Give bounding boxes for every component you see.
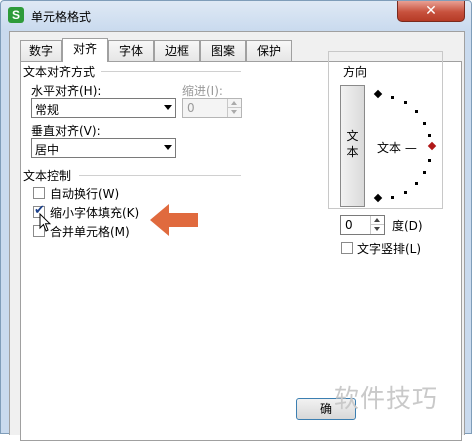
tab-border[interactable]: 边框 [154,40,200,61]
dial-current-marker [427,141,437,151]
dial-tick [428,159,431,162]
tab-protection[interactable]: 保护 [246,40,292,61]
annotation-arrow-icon [150,204,198,236]
vertical-text-char: 本 [346,145,359,159]
dial-marker [373,89,383,99]
degree-value: 0 [345,218,353,232]
tab-label: 字体 [118,44,143,58]
ok-label: 确 [319,402,332,416]
horizontal-align-select[interactable]: 常规 [31,98,176,118]
mouse-cursor-icon [39,213,51,232]
title-bar[interactable]: S 单元格格式 ✕ [1,1,471,31]
tab-label: 对齐 [72,42,97,56]
dial-tick [415,110,418,113]
vertical-text-label: 文本 [341,128,364,160]
vertical-align-value: 居中 [35,143,60,157]
vertical-text-char: 文 [346,129,359,143]
tab-font[interactable]: 字体 [108,40,154,61]
degree-stepper[interactable]: 0 [340,215,385,235]
dial-tick [415,182,418,185]
horizontal-align-label: 水平对齐(H): [31,84,102,98]
degree-label: 度(D) [392,219,423,233]
dial-tick [423,122,426,125]
divider [101,71,241,72]
indent-value: 0 [187,101,195,115]
dial-tick [391,196,394,199]
vertical-align-select[interactable]: 居中 [31,138,176,158]
vertical-align-label: 垂直对齐(V): [31,124,101,138]
wrap-text-checkbox[interactable] [33,187,45,199]
close-icon: ✕ [425,3,437,19]
dial-tick [391,96,394,99]
orientation-group-title: 方向 [342,63,369,80]
dial-tick [428,134,431,137]
wrap-text-label: 自动换行(W) [50,187,120,201]
dialog-title: 单元格格式 [31,10,92,24]
tab-label: 图案 [210,44,235,58]
spin-up-icon[interactable] [370,216,384,225]
tab-label: 保护 [256,44,281,58]
close-button[interactable]: ✕ [397,1,465,22]
tab-pattern[interactable]: 图案 [200,40,246,61]
indent-label: 缩进(I): [182,84,223,98]
dial-tick [423,171,426,174]
spin-up-icon[interactable] [227,99,241,108]
dial-marker [373,193,383,203]
alignment-group-title: 文本对齐方式 [23,65,96,79]
tab-number[interactable]: 数字 [20,40,62,61]
app-logo-icon: S [8,7,24,23]
text-control-group-title: 文本控制 [23,169,72,183]
tab-label: 数字 [28,44,53,58]
vertical-text-button[interactable]: 文本 [340,85,365,207]
orientation-dial[interactable]: 文本 — [367,85,439,207]
stack-text-label: 文字竖排(L) [357,242,422,256]
spin-down-icon[interactable] [227,108,241,117]
tab-alignment[interactable]: 对齐 [62,38,108,62]
dial-text-label: 文本 — [377,141,417,155]
dialog-window: S 单元格格式 ✕ 数字 对齐 字体 边框 图案 保护 文本对齐方式 水平对齐(… [0,0,472,441]
shrink-to-fit-label: 缩小字体填充(K) [50,206,140,220]
indent-stepper[interactable]: 0 [182,98,242,118]
chevron-down-icon [164,105,172,110]
spin-down-icon[interactable] [370,225,384,234]
merge-cells-label: 合并单元格(M) [50,225,130,239]
dial-tick [404,101,407,104]
watermark-text: 软件技巧 [334,384,439,413]
horizontal-align-value: 常规 [35,103,60,117]
divider [79,175,241,176]
chevron-down-icon [164,145,172,150]
dial-tick [404,191,407,194]
stack-text-checkbox[interactable] [341,242,353,254]
tab-label: 边框 [164,44,189,58]
